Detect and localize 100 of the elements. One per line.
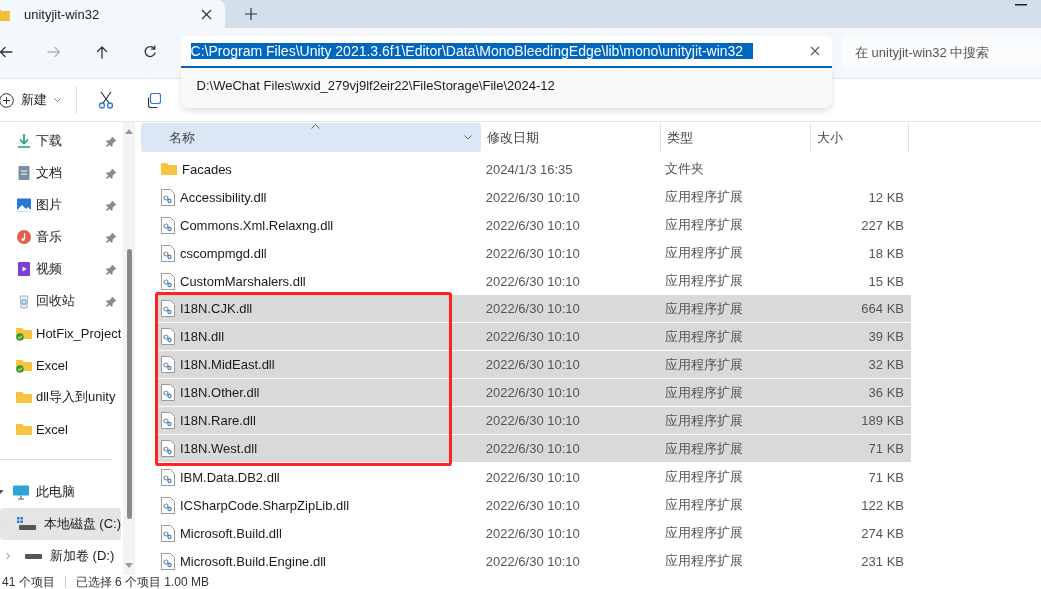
file-row[interactable]: ICSharpCode.SharpZipLib.dll 2022/6/30 10:10 应用程序扩展 122 KB <box>156 491 911 519</box>
address-field[interactable]: C:\Program Files\Unity 2021.3.6f1\Editor\Data\MonoBleedingEdge\lib\mono\unityjit-win32 <box>180 36 832 68</box>
file-name: Commons.Xml.Relaxng.dll <box>180 217 334 233</box>
column-header[interactable]: 修改日期 <box>481 123 661 152</box>
file-type: 应用程序扩展 <box>664 244 743 262</box>
sidebar-item[interactable]: Excel <box>0 349 121 381</box>
file-row[interactable]: I18N.dll 2022/6/30 10:10 应用程序扩展 39 KB <box>156 323 911 351</box>
column-header[interactable]: 类型 <box>661 123 811 152</box>
scroll-up-icon[interactable] <box>125 128 133 134</box>
sort-caret-icon <box>310 124 320 129</box>
sidebar-item[interactable]: 下载 <box>0 125 121 157</box>
sidebar-item[interactable]: 回收站 <box>0 285 121 317</box>
modified-date: 2022/6/30 10:10 <box>485 217 580 233</box>
file-row[interactable]: I18N.West.dll 2022/6/30 10:10 应用程序扩展 71 KB <box>156 435 911 463</box>
monitor-icon <box>12 484 30 500</box>
tree-item[interactable]: 本地磁盘 (C:) <box>0 508 121 540</box>
pin-icon[interactable] <box>106 199 117 211</box>
file-size: 189 KB <box>861 413 904 428</box>
pin-icon[interactable] <box>106 167 117 179</box>
file-gear-icon <box>161 552 175 570</box>
window-tab[interactable]: unityjit-win32 <box>0 0 225 28</box>
suggestion-item[interactable]: D:\WeChat Files\wxid_279vj9lf2eir22\FileStorage\File\2024-12 <box>180 76 832 96</box>
modified-date: 2022/6/30 10:10 <box>485 357 580 372</box>
scroll-down-icon[interactable] <box>125 563 133 569</box>
file-size: 15 KB <box>868 273 904 289</box>
sidebar-item[interactable]: 文档 <box>0 157 121 189</box>
scrollbar[interactable] <box>123 122 135 575</box>
tree-item[interactable]: 此电脑 <box>0 476 121 508</box>
file-size: 71 KB <box>868 441 904 456</box>
copy-icon[interactable] <box>146 92 161 108</box>
modified-date: 2022/6/30 10:10 <box>485 301 580 316</box>
file-type: 应用程序扩展 <box>664 327 743 346</box>
pin-icon[interactable] <box>106 263 117 275</box>
file-name: I18N.Rare.dll <box>180 413 256 428</box>
sidebar-item[interactable]: 图片 <box>0 189 121 221</box>
modified-date: 2022/6/30 10:10 <box>485 441 580 456</box>
clear-icon[interactable] <box>810 46 820 56</box>
sidebar-item[interactable]: 音乐 <box>0 221 121 253</box>
modified-date: 2022/6/30 10:10 <box>485 189 580 205</box>
sidebar-item[interactable]: Excel <box>0 413 121 445</box>
recycle-icon <box>16 293 32 309</box>
tree-item[interactable]: 新加卷 (D:) <box>0 540 121 572</box>
file-row[interactable]: cscompmgd.dll 2022/6/30 10:10 应用程序扩展 18 KB <box>156 239 911 267</box>
search-field[interactable]: 在 unityjit-win32 中搜索 <box>841 36 1041 68</box>
file-gear-icon <box>161 440 175 457</box>
new-button[interactable]: 新建 <box>0 91 61 109</box>
modified-date: 2024/1/3 16:35 <box>485 161 573 177</box>
file-row[interactable]: IBM.Data.DB2.dll 2022/6/30 10:10 应用程序扩展 71 KB <box>156 463 911 491</box>
file-row[interactable]: CustomMarshalers.dll 2022/6/30 10:10 应用程序扩展 15 KB <box>156 267 911 295</box>
file-type: 应用程序扩展 <box>664 524 743 542</box>
file-size: 664 KB <box>861 301 904 316</box>
file-gear-icon <box>161 328 175 345</box>
modified-date: 2022/6/30 10:10 <box>485 413 580 428</box>
file-type: 文件夹 <box>664 160 704 178</box>
cut-icon[interactable] <box>98 91 114 109</box>
file-row[interactable]: Facades 2024/1/3 16:35 文件夹 <box>156 155 911 183</box>
minimize-icon[interactable] <box>1015 4 1027 6</box>
file-row[interactable]: I18N.Rare.dll 2022/6/30 10:10 应用程序扩展 189 KB <box>156 407 911 435</box>
file-name: I18N.Other.dll <box>180 385 260 400</box>
refresh-icon[interactable] <box>142 44 158 60</box>
column-header[interactable]: 名称 <box>141 123 481 152</box>
new-tab-icon[interactable] <box>245 8 257 20</box>
folder-icon <box>16 389 32 405</box>
pin-icon[interactable] <box>106 231 117 243</box>
back-icon[interactable] <box>0 44 14 60</box>
file-size: 274 KB <box>861 525 904 541</box>
close-icon[interactable] <box>201 8 212 20</box>
up-icon[interactable] <box>94 44 110 60</box>
file-type: 应用程序扩展 <box>664 355 743 374</box>
pin-icon[interactable] <box>106 295 117 307</box>
column-header[interactable]: 大小 <box>811 123 909 152</box>
modified-date: 2022/6/30 10:10 <box>485 385 580 400</box>
file-row[interactable]: I18N.MidEast.dll 2022/6/30 10:10 应用程序扩展 32 KB <box>156 351 911 379</box>
file-name: Microsoft.Build.Engine.dll <box>180 553 326 569</box>
file-row[interactable]: Commons.Xml.Relaxng.dll 2022/6/30 10:10 应用程序扩展 227 KB <box>156 211 911 239</box>
file-row[interactable]: Microsoft.Build.dll 2022/6/30 10:10 应用程序扩展 274 KB <box>156 519 911 547</box>
dropdown-chevron-icon[interactable] <box>464 135 472 140</box>
selection-info: 已选择 6 个项目 1.00 MB <box>75 573 210 589</box>
file-row[interactable]: Microsoft.Build.Engine.dll 2022/6/30 10:10 应用程序扩展 231 KB <box>156 547 911 575</box>
file-gear-icon <box>161 188 175 206</box>
file-row[interactable]: Accessibility.dll 2022/6/30 10:10 应用程序扩展 12 KB <box>156 183 911 211</box>
file-name: cscompmgd.dll <box>180 245 267 261</box>
file-type: 应用程序扩展 <box>664 439 743 458</box>
file-name: IBM.Data.DB2.dll <box>180 469 280 485</box>
file-row[interactable]: I18N.CJK.dll 2022/6/30 10:10 应用程序扩展 664 KB <box>156 295 911 323</box>
sidebar-item[interactable]: HotFix_Project <box>0 317 121 349</box>
download-icon <box>16 133 32 149</box>
sidebar-item[interactable]: dll导入到unity <box>0 381 121 413</box>
modified-date: 2022/6/30 10:10 <box>485 329 580 344</box>
pin-icon[interactable] <box>106 135 117 147</box>
file-row[interactable]: I18N.Other.dll 2022/6/30 10:10 应用程序扩展 36 KB <box>156 379 911 407</box>
music-icon <box>16 229 32 245</box>
file-gear-icon <box>161 244 175 262</box>
tree-label-x: 本地磁盘 (C:) <box>43 515 121 533</box>
tree-label: 此电脑 <box>36 483 75 501</box>
sidebar-item[interactable]: 视频 <box>0 253 121 285</box>
file-type: 应用程序扩展 <box>664 216 743 234</box>
modified-date: 2022/6/30 10:10 <box>485 469 580 485</box>
file-size: 12 KB <box>868 189 904 205</box>
modified-date: 2022/6/30 10:10 <box>485 245 580 261</box>
